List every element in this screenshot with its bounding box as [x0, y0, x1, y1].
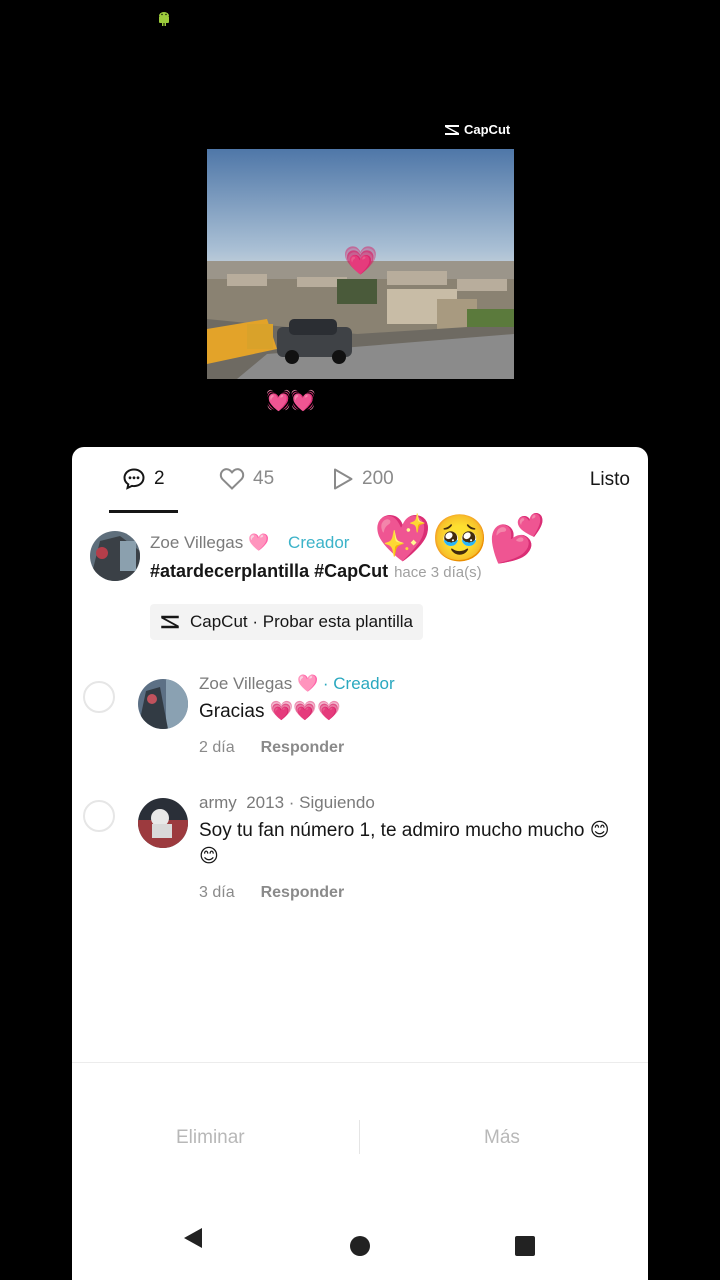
comments-count: 2: [154, 468, 165, 489]
delete-button[interactable]: Eliminar: [176, 1127, 245, 1149]
caption-time: hace 3 día(s): [394, 564, 482, 581]
comment-author[interactable]: Zoe Villegas 🩷 · Creador: [199, 674, 395, 694]
select-comment-radio[interactable]: [83, 681, 115, 713]
avatar[interactable]: [138, 798, 188, 848]
preview-heart-sticker: 💗: [343, 245, 378, 276]
comment-item: Zoe Villegas 🩷 · Creador Gracias 💗💗💗 2 d…: [72, 672, 648, 772]
comment-time: 3 día: [199, 884, 235, 901]
recents-nav-icon[interactable]: [514, 1235, 536, 1257]
caption-text-row: #atardecerplantilla #CapCut hace 3 día(s): [150, 561, 482, 582]
select-comment-radio[interactable]: [83, 800, 115, 832]
reply-button[interactable]: Responder: [261, 739, 345, 756]
caption-creator-badge: Creador: [288, 533, 350, 552]
caption-hashtags[interactable]: #atardecerplantilla #CapCut: [150, 561, 388, 581]
creator-badge: · Creador: [322, 674, 395, 693]
comment-bubble-icon: [123, 468, 145, 490]
comments-tab[interactable]: 2: [122, 467, 165, 491]
video-caption: Zoe Villegas 🩷 Creador #atardecerplantil…: [88, 515, 648, 649]
likes-tab[interactable]: 45: [219, 467, 274, 491]
capcut-logo-icon: [445, 124, 459, 135]
plays-count: 200: [362, 468, 394, 489]
more-button[interactable]: Más: [484, 1127, 520, 1149]
comment-meta: 3 día Responder: [199, 884, 344, 902]
try-template-label: CapCut · Probar esta plantilla: [190, 612, 414, 631]
stats-bar: 2 45 200 Listo: [72, 447, 648, 513]
home-nav-icon[interactable]: [349, 1235, 371, 1257]
video-caption-hearts: 💓💓: [266, 390, 316, 412]
active-tab-indicator: [109, 510, 178, 513]
heart-icon: [219, 468, 245, 490]
comment-author[interactable]: army 2013 · Siguiendo: [199, 793, 375, 813]
caption-emoji-sticker: 💖🥹💕: [374, 512, 546, 564]
plays-tab[interactable]: 200: [332, 467, 394, 491]
comment-text: Gracias 💗💗💗: [199, 701, 341, 722]
comment-author-name: Zoe Villegas 🩷: [199, 674, 319, 693]
play-icon: [334, 468, 353, 490]
watermark-text: CapCut: [464, 122, 511, 137]
comment-author-name: army 2013: [199, 793, 285, 812]
comment-time: 2 día: [199, 739, 235, 756]
reply-button[interactable]: Responder: [261, 884, 345, 901]
comment-item: army 2013 · Siguiendo Soy tu fan número …: [72, 791, 648, 911]
try-template-button[interactable]: CapCut · Probar esta plantilla: [150, 604, 424, 640]
comments-sheet: 2 45 200 Listo Zoe Villegas 🩷 Creador #a…: [72, 447, 648, 1280]
caption-author-name: Zoe Villegas 🩷: [150, 533, 270, 552]
likes-count: 45: [253, 468, 275, 489]
android-status-icon: [159, 12, 169, 26]
caption-author[interactable]: Zoe Villegas 🩷 Creador: [150, 533, 349, 553]
capcut-watermark: CapCut: [444, 122, 510, 137]
back-nav-icon[interactable]: [181, 1226, 205, 1250]
following-badge: · Siguiendo: [288, 793, 375, 812]
actions-divider: [72, 1062, 648, 1063]
capcut-logo-icon: [161, 615, 179, 629]
comment-meta: 2 día Responder: [199, 739, 344, 757]
actions-separator: [359, 1120, 360, 1154]
done-button[interactable]: Listo: [590, 469, 630, 491]
avatar[interactable]: [90, 531, 140, 581]
avatar[interactable]: [138, 679, 188, 729]
comment-text: Soy tu fan número 1, te admiro mucho muc…: [199, 820, 610, 867]
